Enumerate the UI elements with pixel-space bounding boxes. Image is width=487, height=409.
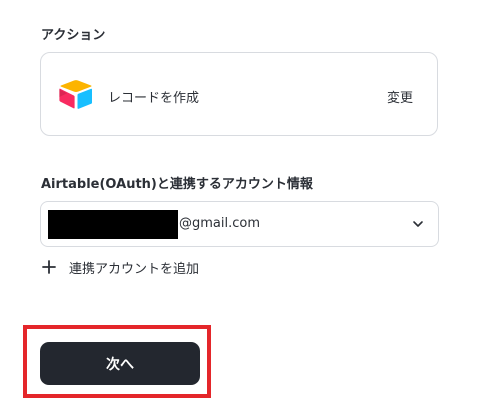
change-action-button[interactable]: 変更 [387, 87, 413, 106]
account-section-label: Airtable(OAuth)と連携するアカウント情報 [41, 177, 313, 192]
add-account-label: 連携アカウントを追加 [69, 261, 200, 277]
action-settings-page: アクション レコードを作成 変更 Airtable(OAuth)と連携するアカウ… [0, 0, 487, 409]
action-name: レコードを作成 [108, 91, 200, 106]
account-select[interactable]: @gmail.com [40, 201, 439, 247]
action-section-label: アクション [41, 28, 106, 43]
plus-icon [42, 260, 56, 274]
add-account-button[interactable]: 連携アカウントを追加 [41, 257, 199, 277]
next-button[interactable]: 次へ [40, 342, 200, 385]
chevron-down-icon [413, 221, 423, 227]
airtable-logo-icon [59, 80, 92, 109]
redacted-email-block [48, 210, 178, 239]
action-card: レコードを作成 変更 [40, 52, 438, 136]
selected-account-value: @gmail.com [179, 216, 261, 231]
